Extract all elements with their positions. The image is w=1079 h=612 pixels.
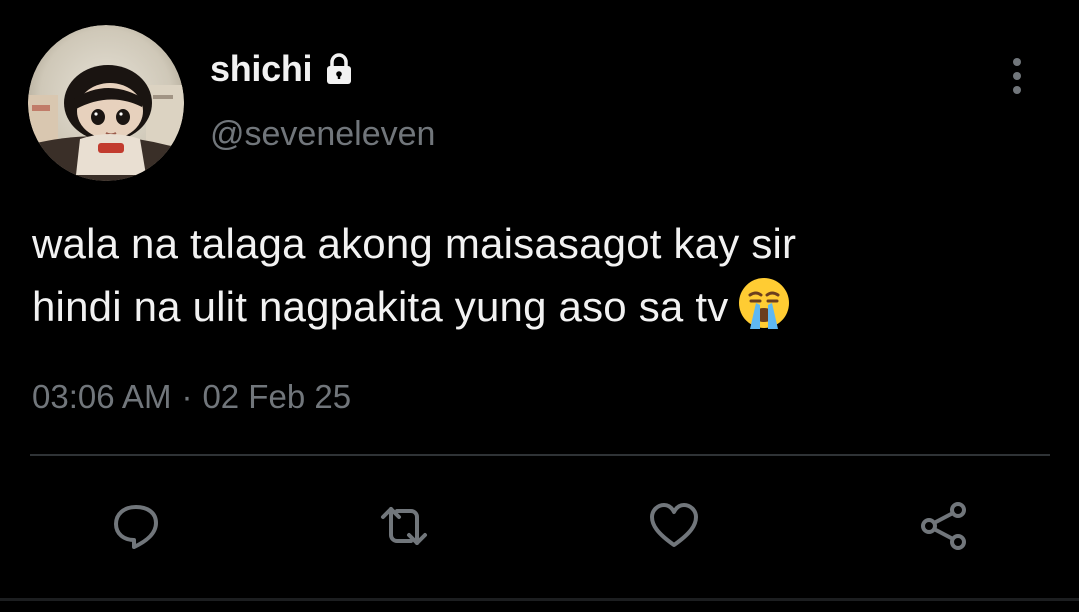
divider (30, 454, 1050, 456)
retweet-icon (381, 507, 427, 545)
retweet-button[interactable] (372, 494, 436, 558)
more-options-button[interactable] (996, 52, 1038, 100)
tweet-timestamp: 03:06 AM · 02 Feb 25 (32, 374, 351, 420)
reply-icon (114, 505, 158, 549)
tweet-text: wala na talaga akong maisasagot kay sir … (32, 213, 1042, 338)
tweet-text-line-1: wala na talaga akong maisasagot kay sir (32, 220, 797, 267)
tweet-time[interactable]: 03:06 AM (32, 378, 171, 415)
share-icon (921, 502, 966, 550)
lock-icon (322, 52, 356, 86)
tweet-text-line-2: hindi na ulit nagpakita yung aso sa tv (32, 275, 1042, 338)
display-name[interactable]: shichi (210, 47, 313, 91)
author-row: shichi (210, 47, 356, 91)
loudly-crying-face-icon (736, 275, 792, 331)
more-vertical-icon (1013, 58, 1021, 94)
reply-button[interactable] (104, 494, 168, 558)
meta-separator: · (181, 378, 193, 415)
avatar[interactable] (28, 25, 184, 181)
bottom-divider (0, 598, 1079, 601)
tweet-date[interactable]: 02 Feb 25 (202, 378, 351, 415)
heart-icon (650, 503, 698, 547)
tweet-card: shichi @seveneleven wala na talaga akong… (0, 0, 1079, 612)
author-handle[interactable]: @seveneleven (210, 112, 435, 156)
tweet-text-line-2-text: hindi na ulit nagpakita yung aso sa tv (32, 283, 729, 330)
avatar-image (28, 25, 184, 181)
like-button[interactable] (642, 494, 706, 558)
action-bar (0, 494, 1079, 558)
share-button[interactable] (912, 494, 976, 558)
